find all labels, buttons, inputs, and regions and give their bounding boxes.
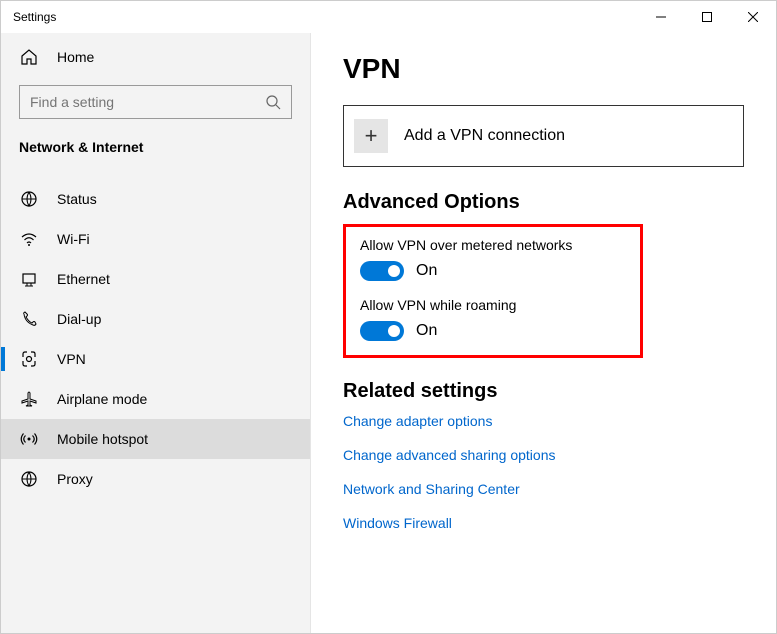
wifi-icon xyxy=(19,229,39,249)
metered-toggle[interactable] xyxy=(360,261,404,281)
sidebar-item-label: Status xyxy=(57,191,97,207)
home-icon xyxy=(19,47,39,67)
sidebar-item-label: Mobile hotspot xyxy=(57,431,148,447)
home-nav[interactable]: Home xyxy=(1,37,310,77)
add-vpn-button[interactable]: + Add a VPN connection xyxy=(343,105,744,167)
sidebar-item-dialup[interactable]: Dial-up xyxy=(1,299,310,339)
link-adapter-options[interactable]: Change adapter options xyxy=(343,413,744,429)
proxy-icon xyxy=(19,469,39,489)
home-label: Home xyxy=(57,49,94,65)
link-sharing-options[interactable]: Change advanced sharing options xyxy=(343,447,744,463)
related-settings-heading: Related settings xyxy=(343,380,744,403)
ethernet-icon xyxy=(19,269,39,289)
search-input[interactable] xyxy=(30,94,265,110)
hotspot-icon xyxy=(19,429,39,449)
sidebar-item-label: Airplane mode xyxy=(57,391,147,407)
roaming-toggle[interactable] xyxy=(360,321,404,341)
advanced-options-heading: Advanced Options xyxy=(343,191,744,214)
selection-indicator xyxy=(1,347,5,371)
metered-label: Allow VPN over metered networks xyxy=(360,237,626,253)
titlebar: Settings xyxy=(1,1,776,33)
status-icon xyxy=(19,189,39,209)
maximize-button[interactable] xyxy=(684,1,730,33)
sidebar-item-label: Wi-Fi xyxy=(57,231,90,247)
minimize-button[interactable] xyxy=(638,1,684,33)
airplane-icon xyxy=(19,389,39,409)
sidebar-item-wifi[interactable]: Wi-Fi xyxy=(1,219,310,259)
plus-icon: + xyxy=(354,119,388,153)
roaming-label: Allow VPN while roaming xyxy=(360,297,626,313)
link-firewall[interactable]: Windows Firewall xyxy=(343,515,744,531)
sidebar-item-status[interactable]: Status xyxy=(1,179,310,219)
sidebar-section-heading: Network & Internet xyxy=(1,133,310,165)
page-title: VPN xyxy=(343,53,744,85)
close-button[interactable] xyxy=(730,1,776,33)
sidebar-item-ethernet[interactable]: Ethernet xyxy=(1,259,310,299)
vpn-icon xyxy=(19,349,39,369)
sidebar-item-airplane[interactable]: Airplane mode xyxy=(1,379,310,419)
main-content: VPN + Add a VPN connection Advanced Opti… xyxy=(311,33,776,633)
sidebar-item-label: Ethernet xyxy=(57,271,110,287)
sidebar-item-proxy[interactable]: Proxy xyxy=(1,459,310,499)
roaming-state: On xyxy=(416,322,437,340)
metered-state: On xyxy=(416,262,437,280)
sidebar: Home Network & Internet Status Wi-Fi Eth… xyxy=(1,33,311,633)
search-icon xyxy=(265,94,281,110)
dialup-icon xyxy=(19,309,39,329)
highlighted-region: Allow VPN over metered networks On Allow… xyxy=(343,224,643,358)
sidebar-item-label: Proxy xyxy=(57,471,93,487)
add-vpn-label: Add a VPN connection xyxy=(404,127,565,145)
window-title: Settings xyxy=(13,10,56,24)
sidebar-item-hotspot[interactable]: Mobile hotspot xyxy=(1,419,310,459)
sidebar-item-vpn[interactable]: VPN xyxy=(1,339,310,379)
sidebar-item-label: Dial-up xyxy=(57,311,101,327)
sidebar-item-label: VPN xyxy=(57,351,86,367)
link-network-center[interactable]: Network and Sharing Center xyxy=(343,481,744,497)
search-box[interactable] xyxy=(19,85,292,119)
